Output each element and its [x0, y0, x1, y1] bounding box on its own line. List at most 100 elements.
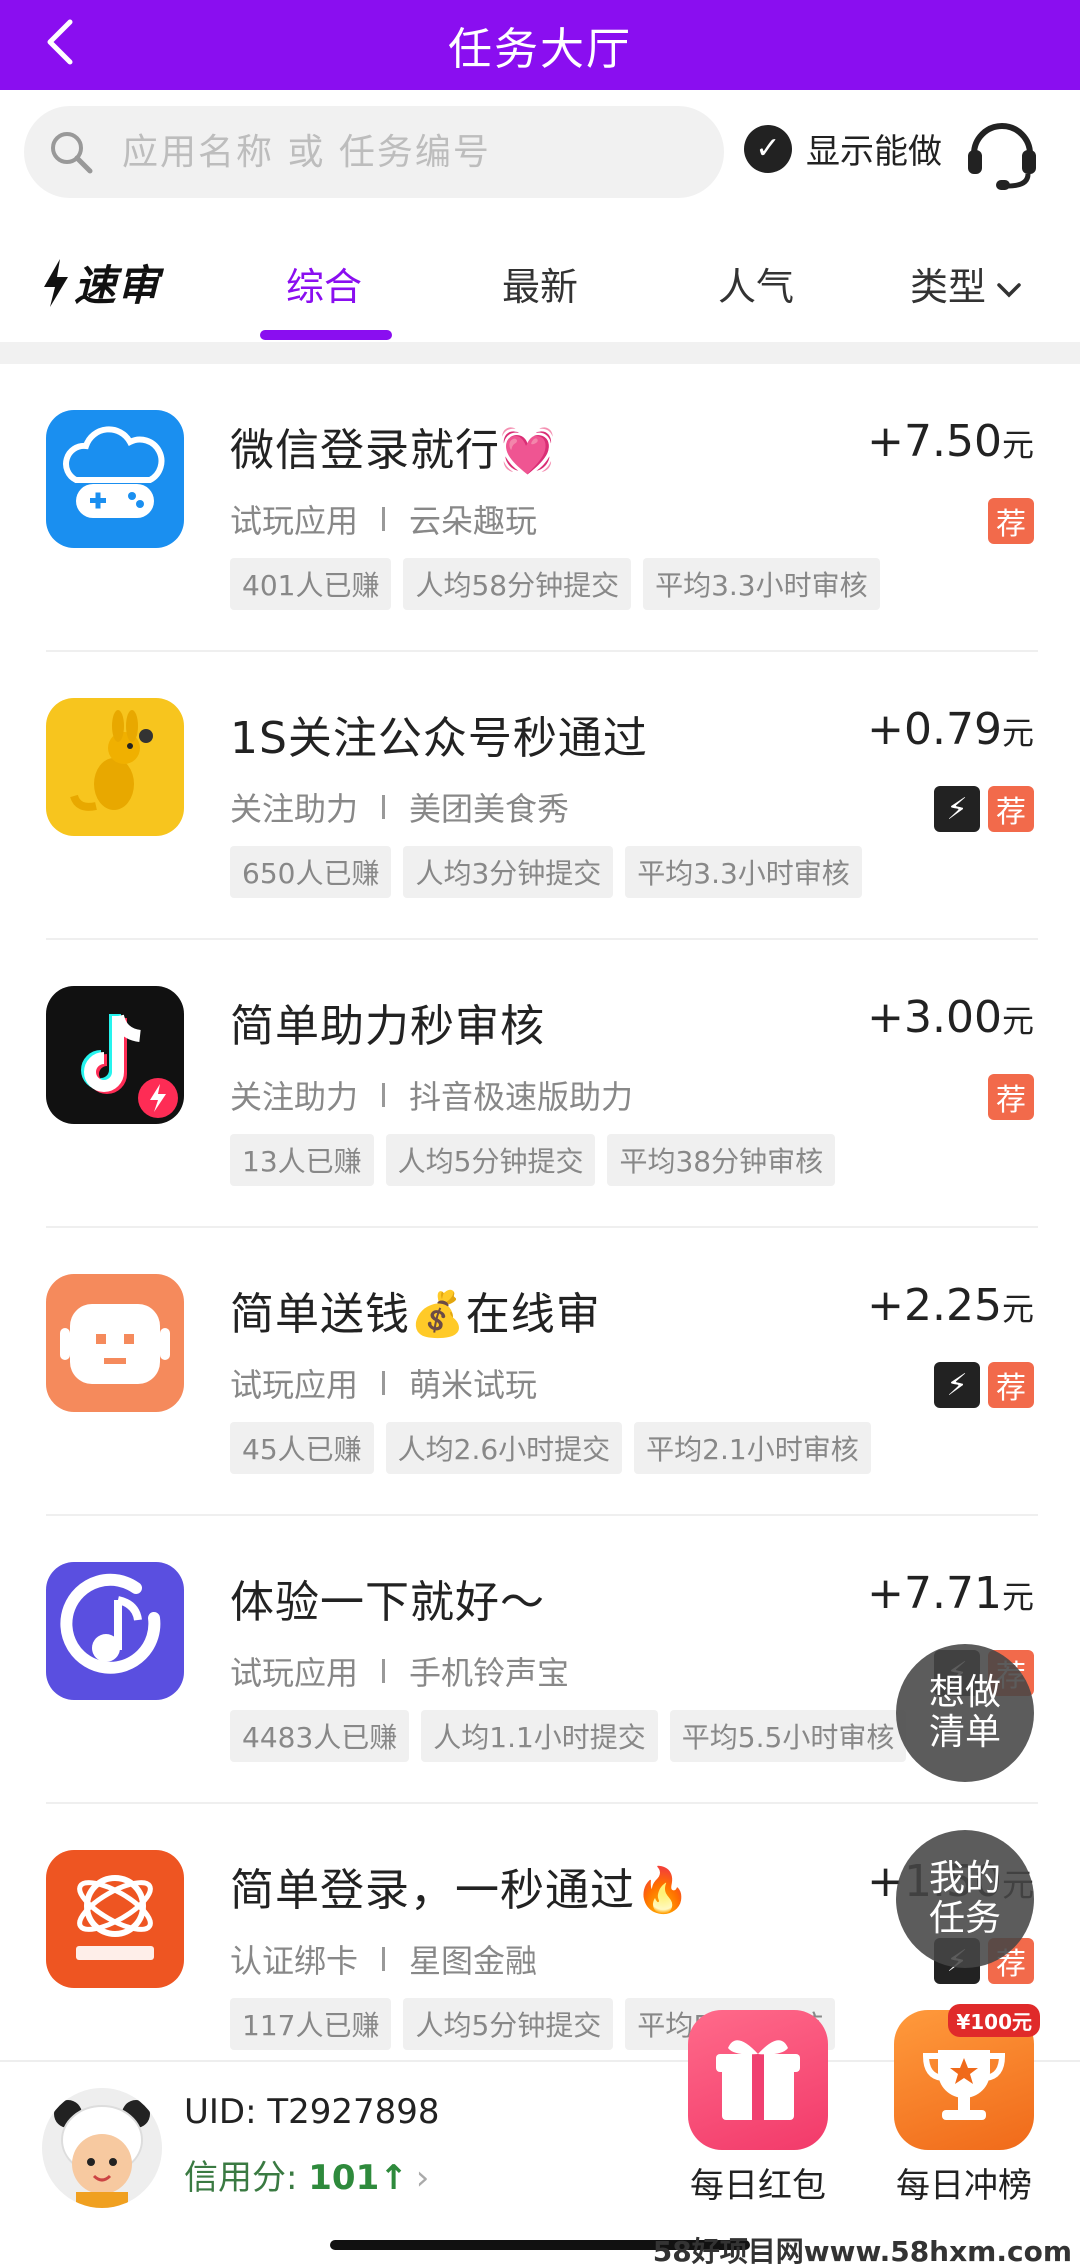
subtitle-separator: [382, 507, 386, 531]
chevron-down-icon: [997, 282, 1021, 297]
credit-value: 101: [308, 2158, 380, 2198]
task-reward-amount: +7.71: [867, 1568, 1002, 1619]
robot-face-icon: [46, 1274, 184, 1412]
task-subtitle: 关注助力 美团美食秀: [230, 784, 569, 830]
daily-ranking-label: 每日冲榜: [896, 2166, 1032, 2206]
tiktok-lite-icon: [46, 986, 184, 1124]
task-tag: 人均2.6小时提交: [385, 1422, 623, 1474]
task-category: 认证绑卡: [230, 1942, 359, 1980]
task-title: 微信登录就行💓: [230, 425, 556, 476]
task-category: 关注助力: [230, 790, 359, 828]
task-tag: 人均3分钟提交: [403, 846, 614, 898]
my-tasks-line1: 我的: [928, 1858, 1001, 1899]
task-title: 简单送钱💰在线审: [230, 1289, 601, 1340]
task-category: 试玩应用: [230, 1366, 359, 1404]
task-tags: 650人已赚 人均3分钟提交 平均3.3小时审核: [230, 846, 862, 898]
task-app-name: 抖音极速版助力: [409, 1078, 634, 1116]
filter-tabs: 速审 综合 最新 人气 类型: [0, 222, 1080, 342]
show-can-do-label: 显示能做: [806, 132, 942, 172]
speed-review-label: 速审: [74, 261, 161, 310]
task-tag: 人均5分钟提交: [403, 1998, 614, 2050]
task-subtitle: 关注助力 抖音极速版助力: [230, 1072, 633, 1118]
tab-type[interactable]: 类型: [910, 256, 1024, 311]
task-row[interactable]: 简单送钱💰在线审试玩应用 萌米试玩 45人已赚 人均2.6小时提交 平均2.1小时审核 +…: [0, 1228, 1080, 1516]
task-reward: +7.50元: [867, 416, 1034, 467]
task-badges: 荐: [988, 1074, 1034, 1120]
task-title: 简单助力秒审核: [230, 1001, 545, 1052]
task-hall-screen: { "header": { "title": "任务大厅" }, "search…: [0, 0, 1080, 2265]
panda-avatar-icon: [42, 2088, 162, 2208]
task-app-name: 萌米试玩: [409, 1366, 538, 1404]
fast-review-badge-icon: ⚡: [934, 1362, 980, 1408]
music-note-icon: [46, 1562, 184, 1700]
show-can-do-toggle[interactable]: ✓ 显示能做: [744, 124, 942, 173]
task-tags: 13人已赚 人均5分钟提交 平均38分钟审核: [230, 1134, 836, 1186]
avatar[interactable]: [42, 2088, 162, 2208]
task-tag: 45人已赚: [230, 1422, 374, 1474]
task-reward-unit: 元: [1001, 1002, 1034, 1040]
task-row[interactable]: 1S关注公众号秒通过关注助力 美团美食秀 650人已赚 人均3分钟提交 平均3.3小时审…: [0, 652, 1080, 940]
fast-review-badge-icon: ⚡: [934, 786, 980, 832]
task-row[interactable]: 简单助力秒审核关注助力 抖音极速版助力 13人已赚 人均5分钟提交 平均38分钟审核 +3…: [0, 940, 1080, 1228]
recommend-badge: 荐: [988, 786, 1034, 832]
recommend-badge: 荐: [988, 498, 1034, 544]
task-subtitle: 试玩应用 云朵趣玩: [230, 496, 537, 542]
task-tags: 401人已赚 人均58分钟提交 平均3.3小时审核: [230, 558, 880, 610]
task-title: 简单登录，一秒通过🔥: [230, 1865, 691, 1916]
task-tag: 平均3.3小时审核: [625, 846, 862, 898]
wish-list-button[interactable]: 想做 清单: [896, 1644, 1034, 1782]
task-tags: 4483人已赚 人均1.1小时提交 平均5.5小时审核: [230, 1710, 907, 1762]
daily-ranking[interactable]: ¥100元 每日冲榜: [884, 2004, 1044, 2207]
tab-latest[interactable]: 最新: [502, 256, 578, 311]
rank-reward-badge: ¥100元: [948, 2004, 1040, 2037]
user-id: UID: T2927898: [184, 2092, 440, 2132]
task-reward-unit: 元: [1001, 426, 1034, 464]
task-reward-amount: +2.25: [867, 1280, 1002, 1331]
search-box[interactable]: [24, 106, 724, 198]
task-reward-unit: 元: [1001, 714, 1034, 752]
lightning-bolt-icon: [44, 258, 68, 307]
task-tag: 平均2.1小时审核: [634, 1422, 871, 1474]
task-badges: 荐: [988, 498, 1034, 544]
checkmark-icon: ✓: [744, 124, 792, 173]
task-tag: 平均38分钟审核: [607, 1134, 836, 1186]
daily-red-packet-label: 每日红包: [690, 2166, 826, 2206]
active-tab-indicator: [260, 330, 392, 340]
task-title: 体验一下就好～: [230, 1577, 545, 1628]
subtitle-separator: [382, 795, 386, 819]
my-tasks-line2: 任务: [928, 1898, 1001, 1939]
task-badges: ⚡荐: [934, 786, 1034, 832]
task-app-name: 星图金融: [409, 1942, 538, 1980]
section-divider: [0, 342, 1080, 364]
task-tag: 平均5.5小时审核: [669, 1710, 907, 1762]
task-tag: 401人已赚: [230, 558, 392, 610]
credit-score[interactable]: 信用分: 101↑ ›: [184, 2150, 429, 2199]
search-icon: [51, 132, 93, 174]
task-reward: +0.79元: [867, 704, 1034, 755]
chevron-right-icon: ›: [415, 2158, 430, 2198]
task-title: 1S关注公众号秒通过: [230, 713, 648, 764]
subtitle-separator: [382, 1083, 386, 1107]
speed-review-filter[interactable]: 速审: [40, 252, 160, 313]
back-arrow-icon[interactable]: [36, 12, 86, 72]
task-reward-amount: +7.50: [867, 416, 1002, 467]
search-input[interactable]: [122, 131, 682, 173]
wish-list-line1: 想做: [928, 1672, 1001, 1713]
my-tasks-button[interactable]: 我的 任务: [896, 1830, 1034, 1968]
task-reward-amount: +0.79: [867, 704, 1002, 755]
customer-service-headset-icon[interactable]: [964, 112, 1040, 192]
tab-comprehensive[interactable]: 综合: [286, 256, 362, 311]
task-reward-unit: 元: [1001, 1290, 1034, 1328]
task-reward-amount: +3.00: [867, 992, 1002, 1043]
wish-list-line2: 清单: [928, 1712, 1001, 1753]
task-tag: 人均5分钟提交: [385, 1134, 596, 1186]
daily-red-packet[interactable]: 每日红包: [678, 2010, 838, 2207]
star-atlas-icon: [46, 1850, 184, 1988]
task-row[interactable]: 微信登录就行💓 试玩应用 云朵趣玩 401人已赚 人均58分钟提交 平均3.3小时审核 +7…: [0, 364, 1080, 652]
tab-popular[interactable]: 人气: [718, 256, 794, 311]
subtitle-separator: [382, 1947, 386, 1971]
kangaroo-icon: [46, 698, 184, 836]
task-category: 关注助力: [230, 1078, 359, 1116]
task-badges: ⚡荐: [934, 1362, 1034, 1408]
task-app-name: 云朵趣玩: [409, 502, 538, 540]
